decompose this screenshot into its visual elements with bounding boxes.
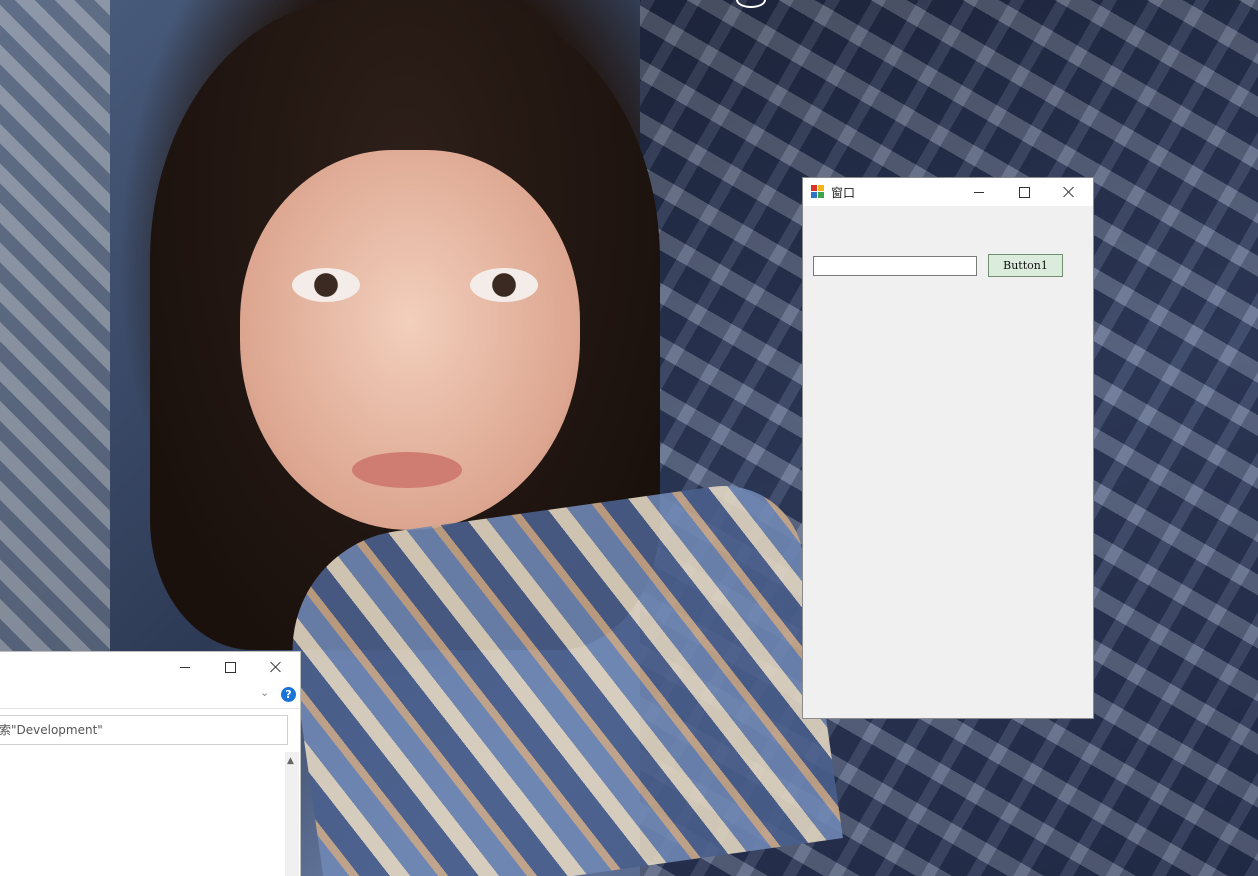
maximize-button[interactable]: [1002, 178, 1046, 206]
minimize-icon: [180, 666, 190, 668]
window-title: 窗口: [831, 185, 856, 200]
wallpaper-eye-right: [470, 268, 538, 302]
search-input[interactable]: 索"Development": [0, 715, 288, 745]
scrollbar[interactable]: ▲: [285, 752, 299, 876]
maximize-icon: [224, 661, 236, 673]
explorer-close-button[interactable]: [254, 652, 298, 682]
desktop: 窗口 Button1 ⌄ ? 索"Development" ▲: [0, 0, 1258, 876]
explorer-ribbon: ⌄ ?: [0, 682, 300, 709]
wallpaper-eye-left: [292, 268, 360, 302]
explorer-titlebar[interactable]: [0, 652, 300, 682]
main-window[interactable]: 窗口 Button1: [802, 177, 1094, 719]
minimize-button[interactable]: [957, 178, 1001, 206]
window-titlebar[interactable]: 窗口: [803, 178, 1093, 206]
text-input[interactable]: [813, 256, 977, 276]
close-button[interactable]: [1047, 178, 1091, 206]
scroll-up-icon[interactable]: ▲: [287, 756, 294, 766]
close-icon: [270, 661, 282, 673]
app-icon[interactable]: [811, 185, 825, 199]
maximize-icon: [1018, 186, 1030, 198]
explorer-maximize-button[interactable]: [208, 652, 252, 682]
explorer-minimize-button[interactable]: [163, 652, 207, 682]
help-icon[interactable]: ?: [281, 687, 296, 702]
button1[interactable]: Button1: [988, 254, 1063, 277]
minimize-icon: [974, 191, 984, 193]
chevron-down-icon[interactable]: ⌄: [260, 686, 269, 699]
explorer-window[interactable]: ⌄ ? 索"Development" ▲: [0, 651, 301, 876]
wallpaper-lips: [352, 452, 462, 488]
close-icon: [1063, 186, 1075, 198]
